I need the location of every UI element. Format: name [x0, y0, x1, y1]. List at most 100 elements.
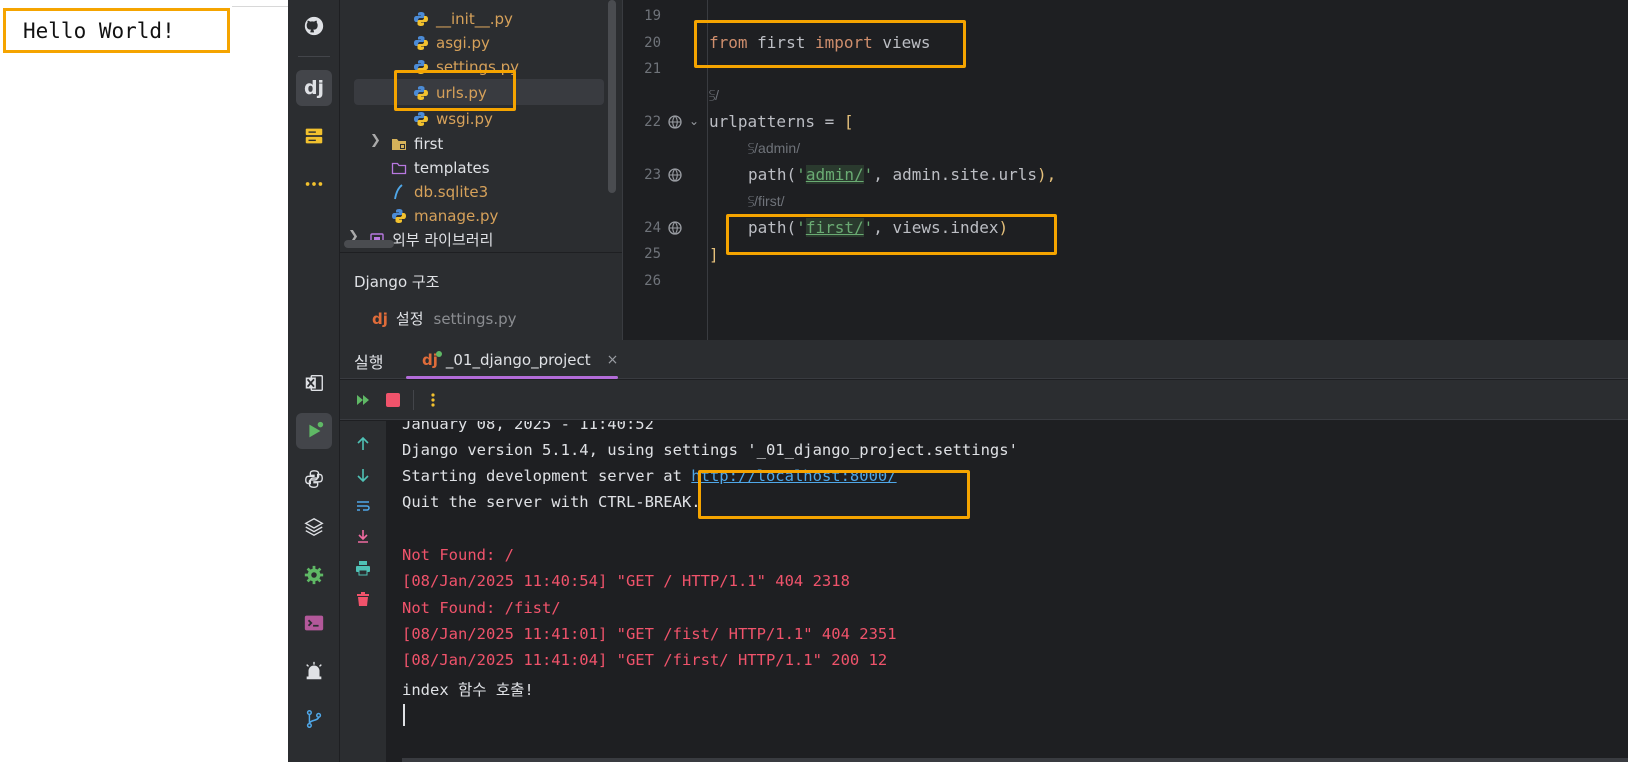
- tree-item-db-sqlite3[interactable]: db.sqlite3: [390, 179, 488, 204]
- path-call: path(: [748, 218, 797, 237]
- console-error-line: [08/Jan/2025 11:41:04] "GET /first/ HTTP…: [402, 651, 888, 669]
- python-file-icon: [412, 10, 430, 28]
- url-hint-first[interactable]: ⫓/first/: [748, 193, 785, 210]
- code-editor[interactable]: 19 20 21 22 23 24 25 26 ⌄ from first imp…: [622, 0, 1628, 340]
- python-file-icon: [412, 110, 430, 128]
- run-toolbar: [340, 380, 1628, 420]
- url-hint-admin[interactable]: ⫓/admin/: [748, 140, 800, 157]
- tree-item-wsgi-py[interactable]: wsgi.py: [412, 106, 493, 131]
- python-file-icon: [412, 58, 430, 76]
- line-number: 26: [644, 273, 661, 289]
- console-horizontal-scrollbar[interactable]: [402, 758, 1628, 762]
- tree-item-urls-py[interactable]: urls.py: [412, 80, 487, 105]
- tree-item-templates-folder[interactable]: templates: [390, 155, 490, 180]
- problems-icon[interactable]: [296, 653, 332, 689]
- open-bracket: [: [843, 112, 854, 131]
- url-hint-root[interactable]: ⫓/: [709, 87, 719, 104]
- route-string[interactable]: first/: [805, 218, 864, 237]
- tree-item-label: asgi.py: [436, 33, 490, 52]
- database-icon[interactable]: [296, 118, 332, 154]
- line-number: 19: [644, 8, 661, 24]
- endpoint-globe-icon[interactable]: [667, 167, 683, 183]
- endpoint-globe-icon[interactable]: [667, 114, 683, 130]
- console-line-server: Starting development server at http://lo…: [402, 467, 897, 485]
- project-scrollbar[interactable]: [608, 0, 616, 193]
- route-string[interactable]: admin/: [805, 165, 864, 184]
- django-icon: dj: [422, 350, 442, 369]
- sqlite-feather-icon: [390, 183, 408, 201]
- line-number: 22: [644, 114, 661, 130]
- console-side-toolbar: [340, 421, 386, 762]
- close-icon[interactable]: ×: [607, 352, 619, 368]
- django-item-label: 설정: [395, 310, 424, 328]
- django-icon[interactable]: dj: [296, 70, 332, 106]
- console-line: index 함수 호출!: [402, 681, 534, 699]
- console-error-line: Not Found: /: [402, 546, 514, 564]
- tree-item-manage-py[interactable]: manage.py: [390, 203, 498, 228]
- soft-wrap-icon[interactable]: [352, 495, 374, 517]
- django-item-file: settings.py: [433, 309, 517, 328]
- layers-icon[interactable]: [296, 509, 332, 545]
- folder-icon: [390, 159, 408, 177]
- arrow-down-icon[interactable]: [352, 464, 374, 486]
- scroll-to-end-icon[interactable]: [352, 526, 374, 548]
- close-paren: ),: [1037, 165, 1057, 184]
- git-icon[interactable]: [296, 701, 332, 737]
- activity-divider: [298, 56, 330, 57]
- stop-icon[interactable]: [382, 389, 404, 411]
- services-icon[interactable]: [296, 557, 332, 593]
- import-name: views: [872, 33, 931, 52]
- trash-icon[interactable]: [352, 588, 374, 610]
- tree-item-first-folder[interactable]: first: [390, 131, 443, 156]
- more-vertical-icon[interactable]: [422, 389, 444, 411]
- text-caret: [403, 704, 405, 726]
- django-icon: dj: [372, 309, 388, 328]
- tree-item-asgi-py[interactable]: asgi.py: [412, 30, 490, 55]
- view-arg: , views.index: [873, 218, 999, 237]
- tree-item-label: settings.py: [436, 57, 519, 76]
- quote: ': [863, 165, 874, 184]
- django-settings-item[interactable]: dj 설정 settings.py: [372, 308, 516, 329]
- path-call: path(: [748, 165, 797, 184]
- tree-item-settings-py[interactable]: settings.py: [412, 54, 519, 79]
- tree-item-label: wsgi.py: [436, 109, 493, 128]
- console-line: Quit the server with CTRL-BREAK.: [402, 493, 701, 511]
- browser-page: Hello World!: [0, 0, 288, 762]
- code-line-22: urlpatterns = [: [709, 112, 854, 131]
- run-icon[interactable]: [296, 413, 332, 449]
- code-line-25: ]: [709, 245, 719, 264]
- line-number: 21: [644, 61, 661, 77]
- print-icon[interactable]: [352, 557, 374, 579]
- project-horizontal-scrollbar[interactable]: [344, 240, 394, 248]
- python-console-icon[interactable]: [296, 461, 332, 497]
- tree-item-label: __init__.py: [436, 9, 513, 28]
- close-paren: ): [998, 218, 1009, 237]
- arrow-up-icon[interactable]: [352, 433, 374, 455]
- tree-item-label: templates: [414, 158, 490, 177]
- excel-icon[interactable]: [296, 365, 332, 401]
- terminal-icon[interactable]: [296, 605, 332, 641]
- view-arg: , admin.site.urls: [873, 165, 1038, 184]
- tree-item-init-py[interactable]: __init__.py: [412, 6, 513, 31]
- more-icon[interactable]: [296, 166, 332, 202]
- console-output[interactable]: January 08, 2025 - 11:40:52 Django versi…: [386, 421, 1628, 762]
- tree-item-label: manage.py: [414, 206, 499, 225]
- quote: ': [863, 218, 874, 237]
- active-tab-indicator: [406, 376, 618, 379]
- endpoint-globe-icon[interactable]: [667, 220, 683, 236]
- localhost-link[interactable]: http://localhost:8000/: [691, 467, 896, 485]
- rerun-icon[interactable]: [352, 389, 374, 411]
- python-file-icon: [390, 207, 408, 225]
- fold-chevron-icon[interactable]: ⌄: [689, 114, 699, 128]
- code-line-24: path('first/', views.index): [748, 218, 1008, 237]
- keyword-import: import: [814, 33, 873, 52]
- keyword-from: from: [709, 33, 748, 52]
- run-tool-window: 실행 dj _01_django_project × January 08, 2…: [340, 340, 1628, 762]
- project-tool-window: __init__.py asgi.py settings.py urls.py …: [340, 0, 622, 340]
- tab-django-project[interactable]: dj _01_django_project ×: [406, 340, 618, 379]
- chevron-right-icon[interactable]: ❯: [370, 133, 381, 148]
- python-file-icon: [412, 34, 430, 52]
- package-folder-icon: [390, 135, 408, 153]
- github-icon[interactable]: [296, 8, 332, 44]
- tab-label: _01_django_project: [445, 350, 591, 369]
